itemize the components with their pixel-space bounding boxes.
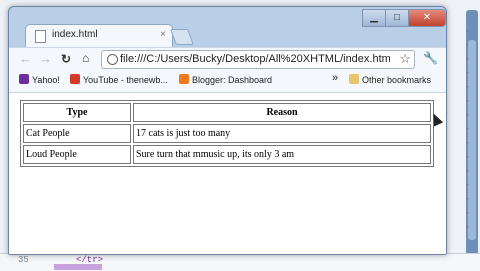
bookmark-label: Yahoo!	[32, 75, 60, 85]
table-row: Cat People 17 cats is just too many	[23, 124, 431, 143]
cell-type: Loud People	[23, 145, 131, 164]
back-arrow-icon[interactable]: ←	[19, 51, 32, 66]
editor-selection-highlight	[54, 264, 102, 270]
bookmarks-bar: Yahoo! YouTube - thenewb... Blogger: Das…	[9, 70, 446, 93]
bookmark-blogger[interactable]: Blogger: Dashboard	[179, 74, 272, 85]
cell-reason: 17 cats is just too many	[133, 124, 431, 143]
browser-window: index.html × ▁ □ ✕ ← → ↻ ⌂ file:///C:/Us…	[8, 6, 447, 255]
home-icon[interactable]: ⌂	[82, 51, 89, 65]
navigation-toolbar: ← → ↻ ⌂ file:///C:/Users/Bucky/Desktop/A…	[9, 47, 446, 71]
header-type: Type	[23, 103, 131, 122]
bookmark-star-icon[interactable]: ☆	[399, 51, 411, 67]
cell-type: Cat People	[23, 124, 131, 143]
new-tab-button[interactable]	[170, 29, 194, 45]
youtube-icon	[70, 74, 80, 84]
bookmark-label: Blogger: Dashboard	[192, 75, 273, 85]
folder-icon	[349, 74, 359, 84]
bookmark-youtube[interactable]: YouTube - thenewb...	[70, 74, 168, 85]
table-header-row: Type Reason	[23, 103, 431, 122]
address-bar[interactable]: file:///C:/Users/Bucky/Desktop/All%20XHT…	[101, 50, 415, 69]
tab-close-icon[interactable]: ×	[160, 29, 166, 40]
forward-arrow-icon[interactable]: →	[39, 51, 52, 66]
yahoo-icon	[19, 74, 29, 84]
close-window-button[interactable]: ✕	[408, 9, 446, 27]
url-text[interactable]: file:///C:/Users/Bucky/Desktop/All%20XHT…	[120, 53, 390, 65]
editor-line-number: 35	[18, 255, 29, 265]
tab-title: index.html	[52, 29, 98, 40]
table-row: Loud People Sure turn that mmusic up, it…	[23, 145, 431, 164]
reasons-table: Type Reason Cat People 17 cats is just t…	[20, 100, 434, 167]
title-bar: index.html × ▁ □ ✕	[9, 7, 446, 48]
bookmark-label: YouTube - thenewb...	[83, 75, 168, 85]
minimize-button[interactable]: ▁	[362, 9, 386, 27]
wrench-menu-icon[interactable]: 🔧	[423, 51, 438, 65]
globe-icon	[107, 54, 118, 65]
more-bookmarks-chevron[interactable]: »	[332, 72, 338, 84]
other-bookmarks-label: Other bookmarks	[362, 75, 432, 85]
editor-scrollbar-thumb[interactable]	[468, 40, 476, 240]
reload-icon[interactable]: ↻	[61, 52, 71, 66]
page-content: Type Reason Cat People 17 cats is just t…	[9, 93, 446, 254]
tab-index-html[interactable]: index.html ×	[25, 24, 173, 48]
blogger-icon	[179, 74, 189, 84]
maximize-button[interactable]: □	[385, 9, 409, 27]
bookmark-yahoo[interactable]: Yahoo!	[19, 74, 60, 85]
page-icon	[35, 30, 46, 43]
header-reason: Reason	[133, 103, 431, 122]
editor-fold-markers: ---------------	[466, 26, 469, 231]
other-bookmarks[interactable]: Other bookmarks	[349, 74, 431, 85]
cell-reason: Sure turn that mmusic up, its only 3 am	[133, 145, 431, 164]
